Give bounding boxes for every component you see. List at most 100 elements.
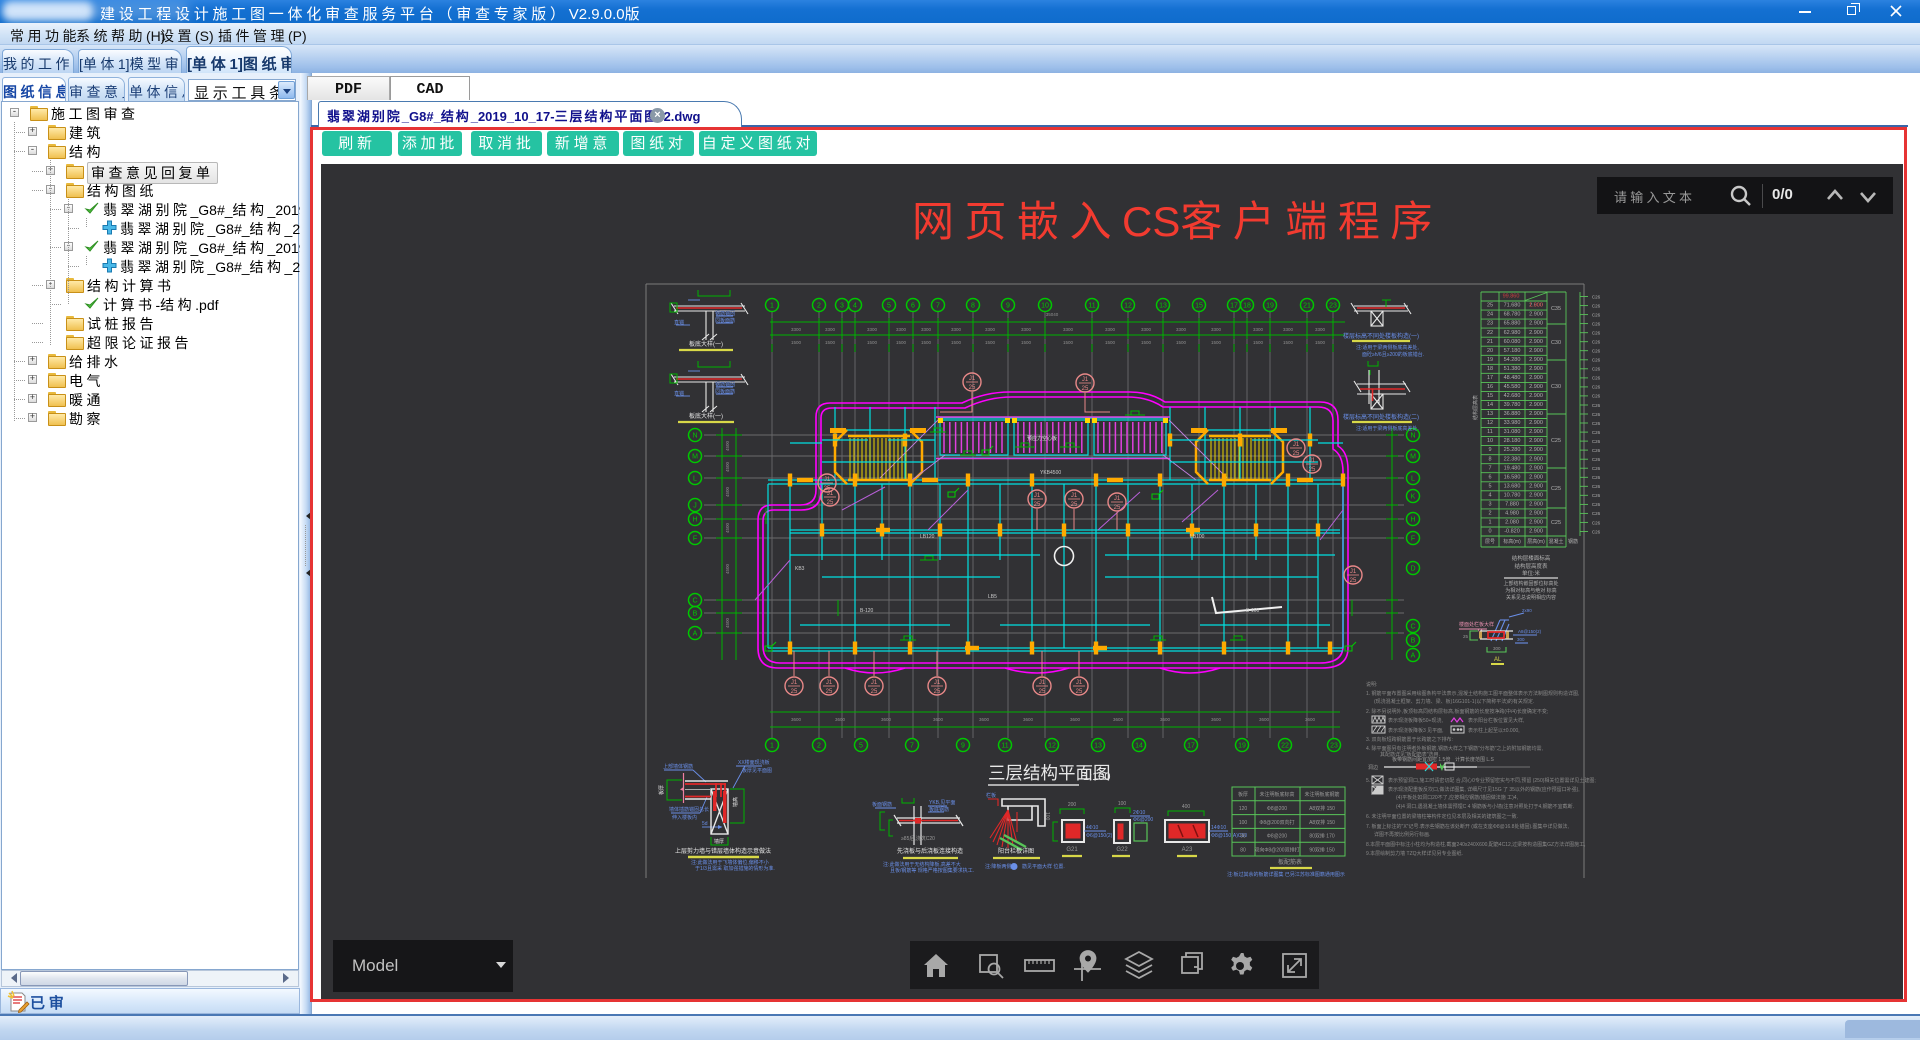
svg-text:14: 14 bbox=[1487, 402, 1493, 408]
svg-text:4. 除平面图另有注明者外板钢筋,钢筋大样之下钢筋"分布筋": 4. 除平面图另有注明者外板钢筋,钢筋大样之下钢筋"分布筋"之上的附加钢筋均需, bbox=[1366, 745, 1543, 752]
svg-text:2.900: 2.900 bbox=[1529, 411, 1543, 417]
svg-text:Φ8@200: Φ8@200 bbox=[1267, 834, 1287, 840]
svg-text:表示现浇板降板50+现浇,: 表示现浇板降板50+现浇, bbox=[1388, 717, 1443, 724]
svg-text:9: 9 bbox=[1006, 303, 1010, 310]
svg-text:J1: J1 bbox=[871, 680, 878, 686]
svg-text:62.980: 62.980 bbox=[1504, 330, 1521, 336]
svg-text:3300: 3300 bbox=[1253, 327, 1264, 332]
svg-text:A8@150(2): A8@150(2) bbox=[1518, 629, 1542, 634]
svg-text:25: 25 bbox=[1293, 451, 1300, 457]
svg-text:25: 25 bbox=[826, 689, 833, 695]
svg-text:3: 3 bbox=[840, 303, 844, 310]
svg-text:60.080: 60.080 bbox=[1504, 339, 1521, 345]
svg-text:13: 13 bbox=[1159, 303, 1167, 310]
svg-text:注:此做法用于无结构降板,高差不大: 注:此做法用于无结构降板,高差不大 bbox=[883, 861, 961, 868]
svg-text:筋见平面大样 位置.: 筋见平面大样 位置. bbox=[1022, 863, 1065, 870]
svg-text:注:板过其余的板筋详图集 已另江苏标准图籍通用图示: 注:板过其余的板筋详图集 已另江苏标准图籍通用图示 bbox=[1227, 871, 1345, 878]
svg-text:9: 9 bbox=[1488, 447, 1491, 453]
svg-text:C26: C26 bbox=[1592, 367, 1601, 372]
svg-text:C25: C25 bbox=[1551, 520, 1561, 526]
svg-text:25: 25 bbox=[827, 500, 834, 506]
svg-text:J1: J1 bbox=[1309, 458, 1316, 464]
svg-text:为相对标高与绝对 标高: 为相对标高与绝对 标高 bbox=[1505, 587, 1556, 594]
svg-text:板厚: 板厚 bbox=[658, 785, 665, 795]
svg-text:表示现浇板降板3 见平面,: 表示现浇板降板3 见平面, bbox=[1388, 727, 1444, 734]
svg-text:25: 25 bbox=[791, 689, 798, 695]
svg-text:3300: 3300 bbox=[867, 327, 878, 332]
svg-text:2.900: 2.900 bbox=[1529, 429, 1543, 435]
svg-text:D: D bbox=[1410, 566, 1415, 573]
svg-text:≥85后,浇筑C20: ≥85后,浇筑C20 bbox=[901, 835, 935, 842]
svg-text:1500: 1500 bbox=[951, 340, 962, 345]
svg-text:C26: C26 bbox=[1592, 448, 1601, 453]
svg-text:13: 13 bbox=[1094, 743, 1102, 750]
svg-text:3300: 3300 bbox=[1105, 327, 1116, 332]
svg-text:3600: 3600 bbox=[1211, 717, 1222, 722]
svg-text:Φ6@200: Φ6@200 bbox=[1133, 817, 1153, 823]
svg-text:4Φ10: 4Φ10 bbox=[1086, 825, 1099, 831]
svg-text:3300: 3300 bbox=[1176, 327, 1187, 332]
svg-text:3600: 3600 bbox=[1023, 717, 1034, 722]
svg-text:2.900: 2.900 bbox=[1529, 529, 1543, 535]
svg-text:2.900: 2.900 bbox=[1529, 393, 1543, 399]
svg-text:33.980: 33.980 bbox=[1504, 420, 1521, 426]
svg-text:25: 25 bbox=[871, 689, 878, 695]
svg-text:B-100: B-100 bbox=[1246, 608, 1260, 614]
svg-text:阳台栏板详图: 阳台栏板详图 bbox=[998, 847, 1034, 855]
svg-text:2: 2 bbox=[1488, 511, 1491, 517]
svg-text:标高(m): 标高(m) bbox=[1503, 538, 1521, 545]
svg-text:墙高: 墙高 bbox=[732, 797, 739, 807]
svg-text:400: 400 bbox=[1182, 804, 1191, 810]
svg-text:1.000: 1.000 bbox=[1529, 303, 1543, 309]
svg-text:17: 17 bbox=[1487, 375, 1493, 381]
svg-text:3300: 3300 bbox=[1141, 327, 1152, 332]
svg-text:J1: J1 bbox=[934, 680, 941, 686]
svg-text:3300: 3300 bbox=[985, 327, 996, 332]
svg-text:J1: J1 bbox=[791, 680, 798, 686]
svg-text:C26: C26 bbox=[1592, 294, 1601, 299]
svg-text:7: 7 bbox=[936, 303, 940, 310]
svg-text:C26: C26 bbox=[1592, 403, 1601, 408]
svg-text:16: 16 bbox=[1487, 384, 1493, 390]
svg-text:C25: C25 bbox=[1551, 438, 1561, 444]
svg-text:伸入楼板内: 伸入楼板内 bbox=[672, 814, 697, 821]
svg-text:1500: 1500 bbox=[867, 340, 878, 345]
svg-text:G22: G22 bbox=[1116, 847, 1128, 853]
svg-text:6: 6 bbox=[911, 303, 915, 310]
svg-text:表示现浇配重板反坎口,做法详图集, 详细尺寸见15G 了 3: 表示现浇配重板反坎口,做法详图集, 详细尺寸见15G 了 35以外的钢筋(应作预… bbox=[1388, 786, 1580, 793]
svg-text:KB3: KB3 bbox=[795, 566, 805, 572]
svg-text:19: 19 bbox=[1266, 303, 1274, 310]
svg-text:80双排 170: 80双排 170 bbox=[1309, 833, 1335, 840]
svg-text:2.900: 2.900 bbox=[1529, 483, 1543, 489]
svg-text:上部结构嵌固部位标高处: 上部结构嵌固部位标高处 bbox=[1503, 580, 1558, 587]
svg-text:16.580: 16.580 bbox=[1504, 474, 1521, 480]
svg-text:8: 8 bbox=[1488, 456, 1491, 462]
svg-text:2x90: 2x90 bbox=[1522, 608, 1532, 613]
svg-text:C26: C26 bbox=[1592, 321, 1601, 326]
svg-text:注:适用于梁两侧板底高差处.: 注:适用于梁两侧板底高差处. bbox=[1356, 425, 1419, 432]
svg-text:3600: 3600 bbox=[1113, 717, 1124, 722]
svg-text:18: 18 bbox=[1243, 303, 1251, 310]
svg-text:J1: J1 bbox=[1034, 493, 1041, 499]
svg-text:A8双排 150: A8双排 150 bbox=[1309, 819, 1335, 826]
svg-text:C26: C26 bbox=[1592, 358, 1601, 363]
svg-text:2Φ10: 2Φ10 bbox=[1133, 810, 1146, 816]
svg-text:上部墙体钢筋: 上部墙体钢筋 bbox=[663, 763, 693, 770]
svg-text:3300: 3300 bbox=[1021, 327, 1032, 332]
svg-text:详图不再按比例另行标画.: 详图不再按比例另行标画. bbox=[1374, 831, 1430, 838]
svg-text:Φ8@200双向打: Φ8@200双向打 bbox=[1259, 819, 1294, 826]
svg-text:C26: C26 bbox=[1592, 475, 1601, 480]
svg-text:3600: 3600 bbox=[933, 717, 944, 722]
svg-text:1500: 1500 bbox=[825, 340, 836, 345]
svg-text:36.880: 36.880 bbox=[1504, 411, 1521, 417]
svg-text:C30: C30 bbox=[1551, 384, 1561, 390]
svg-text:300: 300 bbox=[1517, 637, 1525, 642]
svg-text:H: H bbox=[692, 517, 697, 524]
svg-text:A: A bbox=[1411, 653, 1416, 660]
svg-text:120: 120 bbox=[1239, 806, 1248, 812]
svg-text:C26: C26 bbox=[1592, 331, 1601, 336]
svg-text:1. 钢筋平面布置图采用绘图条构平法表示,混凝土结构施工图平: 1. 钢筋平面布置图采用绘图条构平法表示,混凝土结构施工图平面整体表示方法制图规… bbox=[1366, 690, 1579, 697]
svg-text:LB120: LB120 bbox=[920, 534, 935, 540]
svg-text:F: F bbox=[1411, 536, 1415, 543]
svg-text:1500: 1500 bbox=[791, 340, 802, 345]
